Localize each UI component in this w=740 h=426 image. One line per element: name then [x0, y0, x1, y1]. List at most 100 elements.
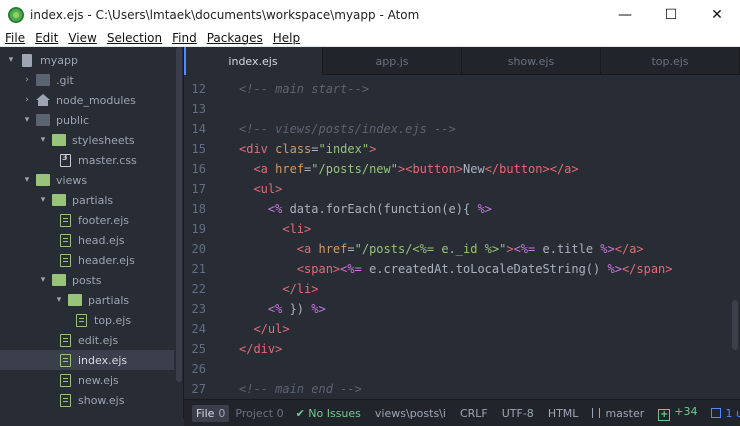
tab-app-js[interactable]: app.js [323, 47, 462, 75]
code-token: "/posts/<%= e._id %>" [354, 242, 507, 256]
tree-item[interactable]: footer.ejs [0, 210, 174, 230]
maximize-button[interactable]: ☐ [648, 0, 694, 29]
code-line[interactable]: <!-- main start--> [239, 79, 369, 99]
code-line[interactable]: <a href="/posts/new"><button>New</button… [239, 159, 578, 179]
tab-index-ejs[interactable]: index.ejs [184, 47, 323, 75]
code-token: New [463, 162, 485, 176]
tree-item[interactable]: head.ejs [0, 230, 174, 250]
project-issues-tab[interactable]: Project 0 [235, 407, 283, 420]
menu-edit[interactable]: Edit [30, 31, 63, 45]
tree-item[interactable]: ▾ posts [0, 270, 174, 290]
tree-item[interactable]: ▾ partials [0, 290, 174, 310]
tree-item[interactable]: ▾ stylesheets [0, 130, 174, 150]
code-token: <a [296, 242, 312, 256]
tab-show-ejs[interactable]: show.ejs [462, 47, 601, 75]
linter-status[interactable]: ✔ No Issues [296, 407, 361, 420]
tree-item-label: show.ejs [78, 393, 125, 407]
code-line[interactable]: <% }) %> [239, 299, 326, 319]
tree-item[interactable]: ▾ views [0, 170, 174, 190]
line-number: 23 [191, 302, 206, 316]
editor-scrollbar[interactable] [730, 75, 740, 399]
tab-top-ejs[interactable]: top.ejs [601, 47, 740, 75]
code-token: }) [282, 302, 312, 316]
file-issues-tab[interactable]: File 0 [192, 404, 230, 422]
code-line[interactable]: <!-- views/posts/index.ejs --> [239, 119, 456, 139]
code-token: %> [477, 202, 492, 216]
code-editor[interactable]: 12 13 14 15 16 17 18 19 20 21 22 23 24 25 26 27 <!-- ma… [184, 75, 740, 399]
code-line[interactable]: <!-- main end --> [239, 379, 362, 399]
code-line[interactable]: <ul> [239, 179, 282, 199]
tree-item[interactable]: › node_modules [0, 90, 174, 110]
menu-packages[interactable]: Packages [202, 31, 268, 45]
tree-item[interactable]: ▾ public [0, 110, 174, 130]
tree-item[interactable]: new.ejs [0, 370, 174, 390]
tree-item[interactable]: top.ejs [0, 310, 174, 330]
code-line[interactable]: <a href="/posts/<%= e._id %>"><%= e.titl… [239, 239, 644, 259]
tree-item[interactable]: edit.ejs [0, 330, 174, 350]
code-line[interactable]: <div class="index"> [239, 139, 376, 159]
tree-item[interactable]: ▾ partials [0, 190, 174, 210]
git-added-count: +34 [674, 405, 698, 418]
line-number: 27 [191, 382, 206, 396]
tree-item[interactable]: index.ejs [0, 350, 174, 370]
title-bar: index.ejs - C:\Users\lmtaek\documents\wo… [0, 0, 740, 29]
line-ending[interactable]: CRLF [460, 407, 488, 420]
code-line[interactable]: <li> [239, 219, 311, 239]
status-bar: File 0 Project 0 ✔ No Issues views\posts\… [184, 399, 740, 426]
tree-item-label: new.ejs [78, 373, 119, 387]
code-line[interactable]: <span><%= e.createdAt.toLocaleDateString… [239, 259, 673, 279]
git-branch[interactable]: master [592, 407, 644, 420]
git-changes[interactable]: + +34 [658, 405, 697, 421]
line-number: 26 [191, 362, 206, 376]
menu-view[interactable]: View [63, 31, 101, 45]
file-path[interactable]: views\posts\i [375, 407, 446, 420]
tree-item-label: myapp [40, 53, 78, 67]
line-number: 12 [191, 82, 206, 96]
code-line[interactable]: </li> [239, 279, 318, 299]
code-token: href [318, 242, 348, 256]
minimize-button[interactable]: — [602, 0, 648, 29]
line-number: 21 [191, 262, 206, 276]
tree-item-label: index.ejs [78, 353, 128, 367]
code-line[interactable]: </ul> [239, 319, 289, 339]
tree-scrollbar[interactable] [175, 47, 183, 382]
code-token: </li> [282, 282, 319, 296]
tree-item[interactable]: master.css [0, 150, 174, 170]
folder-icon [52, 194, 66, 206]
tree-item[interactable]: ▾ myapp [0, 50, 174, 70]
tree-item[interactable]: › .git [0, 70, 174, 90]
tree-item[interactable]: show.ejs [0, 390, 174, 410]
menu-file[interactable]: File [0, 31, 30, 45]
menu-selection[interactable]: Selection [102, 31, 167, 45]
tree-item[interactable]: header.ejs [0, 250, 174, 270]
tree-item-label: views [56, 173, 88, 187]
line-number: 19 [191, 222, 206, 236]
chevron-icon: ▾ [8, 55, 14, 65]
line-number-gutter: 12 13 14 15 16 17 18 19 20 21 22 23 24 25 26 27 [184, 75, 232, 399]
tree-item-label: .git [56, 73, 74, 87]
tree-item-label: partials [72, 193, 114, 207]
code-token: </div> [239, 342, 283, 356]
editor-scrollbar-thumb[interactable] [732, 300, 738, 350]
updates-label: 1 update [725, 406, 740, 420]
code-line[interactable]: <% data.forEach(function(e){ %> [239, 199, 492, 219]
line-number: 17 [191, 182, 206, 196]
encoding[interactable]: UTF-8 [502, 407, 534, 420]
file-icon [60, 213, 71, 227]
menu-help[interactable]: Help [268, 31, 305, 45]
line-number: 15 [191, 142, 206, 156]
tree-item-label: footer.ejs [78, 213, 129, 227]
grammar[interactable]: HTML [548, 407, 579, 420]
code-token: %> [311, 302, 326, 316]
menu-find[interactable]: Find [167, 31, 202, 45]
css-file-icon [60, 153, 71, 167]
tree-scrollbar-thumb[interactable] [176, 47, 182, 382]
book-icon [22, 53, 32, 67]
package-updates[interactable]: 1 update [711, 407, 740, 420]
close-button[interactable]: ✕ [694, 0, 740, 29]
package-icon [711, 407, 722, 418]
code-line[interactable]: </div> [239, 339, 282, 359]
